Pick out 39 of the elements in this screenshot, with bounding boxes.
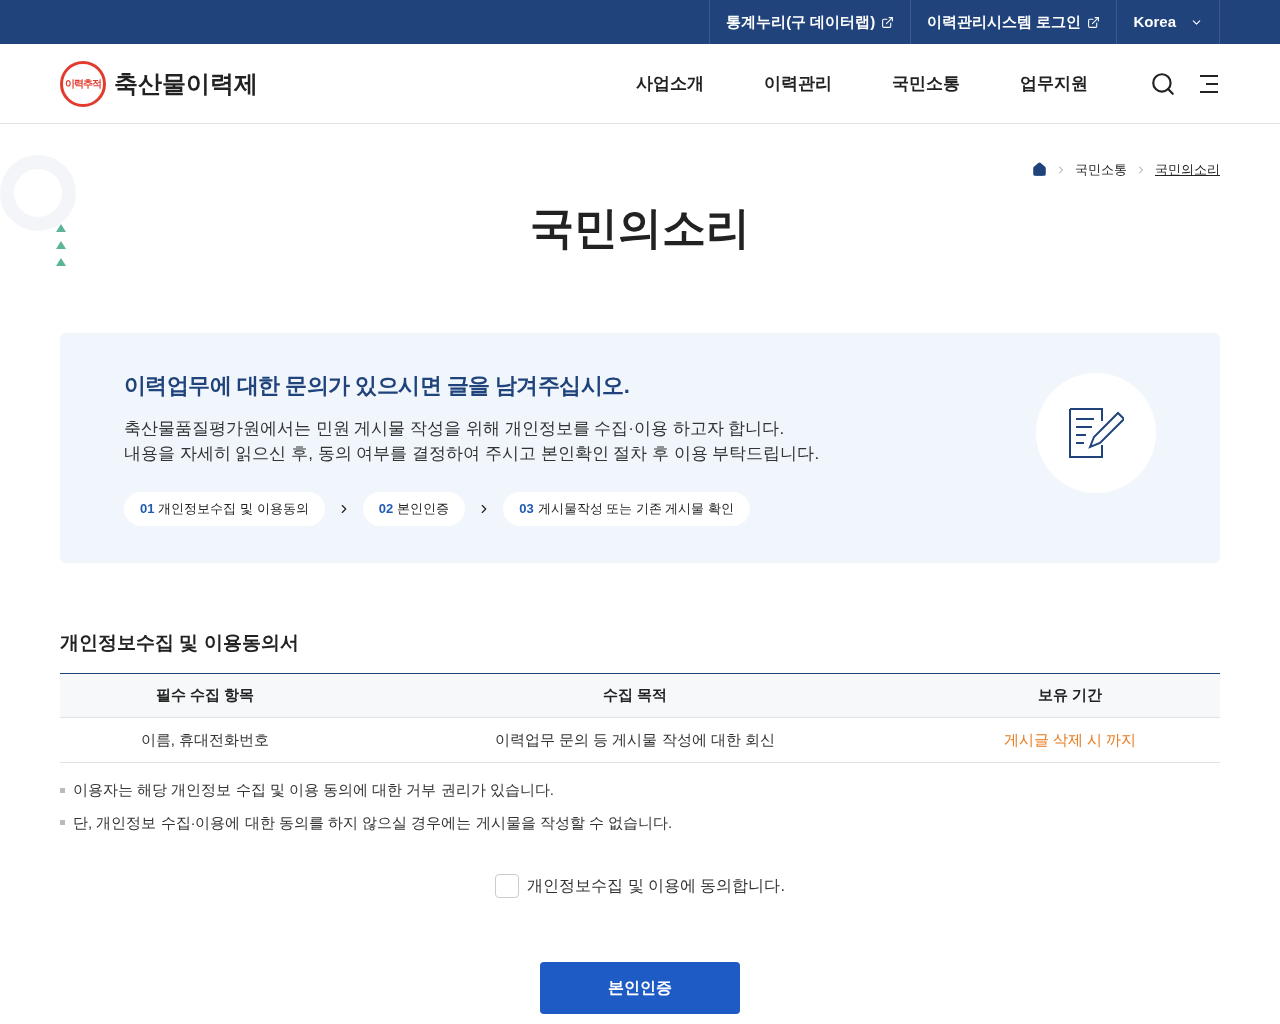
table-cell-text: 이력업무 문의 등 게시물 작성에 대한 회신	[494, 729, 776, 750]
note-text: 이용자는 해당 개인정보 수집 및 이용 동의에 대한 거부 권리가 있습니다.	[73, 780, 554, 800]
bullet-icon	[60, 820, 65, 826]
nav-link[interactable]: 이력관리	[764, 70, 832, 97]
top-link[interactable]: 이력관리시스템 로그인	[910, 0, 1117, 44]
column-header: 필수 수집 항목	[154, 685, 256, 706]
verify-button[interactable]: 본인인증	[540, 962, 740, 1014]
logo-text[interactable]: 축산물이력제	[114, 65, 258, 102]
agree-label[interactable]: 개인정보수집 및 이용에 동의합니다.	[527, 874, 785, 898]
home-icon[interactable]	[1032, 162, 1047, 178]
breadcrumb-link[interactable]: 국민소통	[1075, 160, 1127, 180]
menu-icon[interactable]	[1198, 73, 1220, 94]
top-link[interactable]: 통계누리(구 데이터랩)	[709, 0, 911, 44]
agree-checkbox[interactable]	[495, 874, 520, 898]
section-title: 개인정보수집 및 이용동의서	[60, 630, 300, 655]
page-title: 국민의소리	[529, 201, 751, 254]
column-header: 보유 기간	[1036, 685, 1104, 706]
breadcrumb-link[interactable]: 국민의소리	[1155, 160, 1220, 180]
table-cell-text: 게시글 삭제 시 까지	[1002, 729, 1138, 750]
table-cell-text: 이름, 휴대전화번호	[139, 729, 271, 750]
external-link-icon	[881, 15, 895, 29]
column-header: 수집 목적	[601, 685, 669, 706]
step-pill: 01 개인정보수집 및 이용동의	[124, 491, 325, 526]
nav-link[interactable]: 업무지원	[1020, 70, 1088, 97]
language-select[interactable]: Korea	[1116, 0, 1220, 44]
bullet-icon	[60, 787, 65, 793]
step-pill: 03 게시물작성 또는 기존 게시물 확인	[503, 491, 751, 526]
nav-link[interactable]: 국민소통	[892, 70, 960, 97]
logo-label: 이력추적	[65, 78, 101, 89]
intro-heading: 이력업무에 대한 문의가 있으시면 글을 남겨주십시오.	[124, 371, 631, 400]
note-text: 단, 개인정보 수집·이용에 대한 동의를 하지 않으실 경우에는 게시물을 작성할 수 없습니다.	[73, 812, 673, 833]
nav-link[interactable]: 사업소개	[636, 70, 704, 97]
intro-text: 축산물품질평가원에서는 민원 게시물 작성을 위해 개인정보를 수집·이용 하고자 합니다.	[124, 417, 786, 440]
intro-text: 내용을 자세히 읽으신 후, 동의 여부를 결정하여 주시고 본인확인 절차 후 이용 부탁드립니다.	[124, 442, 821, 465]
document-pencil-icon	[1068, 406, 1124, 459]
triangle-marks-icon	[56, 224, 66, 266]
external-link-icon	[1087, 15, 1101, 29]
step-pill: 02 본인인증	[362, 491, 466, 526]
search-icon[interactable]	[1150, 70, 1176, 97]
